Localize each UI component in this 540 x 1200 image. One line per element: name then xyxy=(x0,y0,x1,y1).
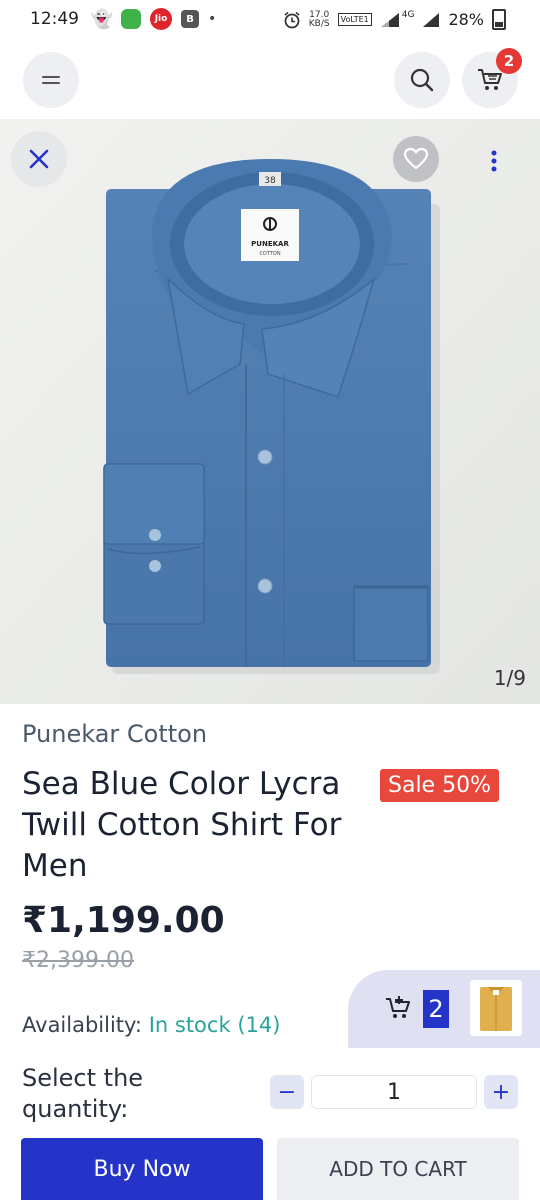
status-bar: 12:49 👻 Jio B • 17.0 KB/S VoLTE1 4G 28% xyxy=(0,0,540,40)
close-icon xyxy=(29,149,49,169)
jio-icon: Jio xyxy=(150,8,172,30)
add-to-cart-button[interactable]: ADD TO CART xyxy=(277,1138,519,1200)
alarm-icon xyxy=(284,11,300,28)
quantity-increase-button[interactable]: + xyxy=(484,1075,518,1109)
image-counter: 1/9 xyxy=(493,666,526,690)
messages-icon xyxy=(121,9,141,29)
cart-add-icon xyxy=(384,994,412,1026)
cart-count-badge: 2 xyxy=(496,48,522,74)
cell-signal-icon xyxy=(423,12,440,27)
wifi-signal-icon xyxy=(380,12,399,27)
cart-button[interactable]: 2 xyxy=(462,48,522,108)
product-brand[interactable]: Punekar Cotton xyxy=(22,720,207,748)
snapchat-icon: 👻 xyxy=(90,8,114,30)
sale-badge: Sale 50% xyxy=(380,769,499,802)
label-sub-text: COTTON xyxy=(259,251,280,257)
network-type: 4G xyxy=(401,9,415,20)
battery-icon xyxy=(492,9,506,30)
more-vertical-icon xyxy=(491,150,497,172)
status-bar-left: 12:49 👻 Jio B • xyxy=(30,8,216,30)
stock-count: (14) xyxy=(237,1013,281,1037)
product-image-gallery[interactable]: 38 PUNEKAR COTTON 1/9 xyxy=(0,119,540,704)
battery-percent: 28% xyxy=(448,10,484,29)
label-brand-text: PUNEKAR xyxy=(251,240,289,248)
product-title: Sea Blue Color Lycra Twill Cotton Shirt … xyxy=(22,766,342,884)
quantity-decrease-button[interactable]: − xyxy=(270,1075,304,1109)
volte-icon: VoLTE1 xyxy=(337,13,372,26)
original-price: ₹2,399.00 xyxy=(22,948,134,973)
menu-button[interactable] xyxy=(23,52,79,108)
mini-cart-panel[interactable]: 2 xyxy=(348,970,540,1048)
heart-icon xyxy=(403,147,429,170)
wishlist-button[interactable] xyxy=(393,136,439,182)
status-bar-right: 17.0 KB/S VoLTE1 4G 28% xyxy=(283,9,506,30)
product-price: ₹1,199.00 xyxy=(22,900,225,941)
b-app-icon: B xyxy=(181,10,199,28)
availability: Availability: In stock (14) xyxy=(22,1013,280,1037)
top-bar: 2 xyxy=(0,46,540,114)
search-icon xyxy=(410,68,434,92)
cart-item-thumbnail[interactable] xyxy=(470,980,522,1036)
search-button[interactable] xyxy=(394,52,450,108)
quantity-input[interactable] xyxy=(311,1075,477,1109)
quantity-label: Select the quantity: xyxy=(22,1064,144,1123)
collar-size-tag: 38 xyxy=(264,176,276,186)
mini-cart-count: 2 xyxy=(423,990,449,1028)
menu-icon xyxy=(42,76,60,84)
more-options-button[interactable] xyxy=(482,145,506,177)
notification-dot: • xyxy=(208,11,217,27)
availability-label: Availability: xyxy=(22,1013,143,1037)
close-button[interactable] xyxy=(11,131,67,187)
net-speed-unit: KB/S xyxy=(308,18,330,29)
net-speed: 17.0 KB/S xyxy=(308,10,330,29)
status-time: 12:49 xyxy=(30,9,79,29)
stock-status: In stock xyxy=(148,1013,231,1037)
buy-now-button[interactable]: Buy Now xyxy=(21,1138,263,1200)
product-image: 38 PUNEKAR COTTON xyxy=(0,119,540,704)
